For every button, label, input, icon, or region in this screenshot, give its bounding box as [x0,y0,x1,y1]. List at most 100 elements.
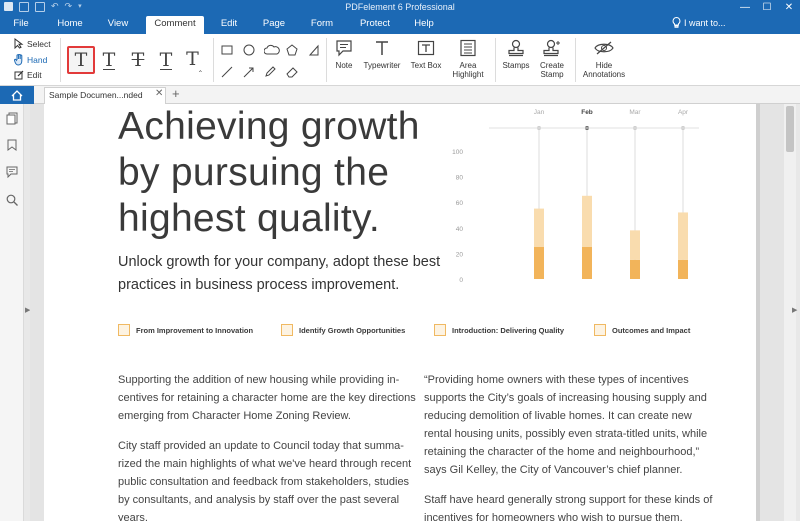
typewriter-button[interactable]: Typewriter [361,38,403,70]
line-tool[interactable] [221,66,233,78]
page-headline: Achieving growth by pursuing the highest… [118,104,448,242]
textbox-label: Text Box [410,61,442,70]
menu-edit[interactable]: Edit [212,16,246,34]
minimize-icon[interactable]: — [734,0,756,16]
triangle-icon [308,44,319,56]
menu-view[interactable]: View [98,16,138,34]
y-tick-label: 60 [456,200,464,207]
cloud-tool[interactable] [264,44,280,56]
menu-comment[interactable]: Comment [146,16,204,35]
hide-annotations-button[interactable]: Hide Annotations [580,38,628,79]
edit-icon [14,70,24,80]
x-tick-label: Feb [581,109,593,116]
arrow-icon [243,67,254,78]
eraser-tool[interactable] [286,66,298,78]
feature-icon [281,324,293,336]
pages-icon [6,112,18,124]
scrollbar-thumb[interactable] [786,106,794,152]
menu-bar: File Home View Comment Edit Page Form Pr… [0,16,800,35]
hand-label: Hand [27,55,48,65]
y-tick-label: 80 [456,175,464,182]
polygon-tool[interactable] [286,44,298,56]
ribbon-separator [495,38,496,82]
feature-icon [434,324,446,336]
underline-tool[interactable]: T [95,46,123,74]
maximize-icon[interactable]: ☐ [756,0,778,16]
feature-icon [594,324,606,336]
search-placeholder: I want to... [684,17,726,28]
text-markup-icon: T [74,49,88,71]
triangle-tool[interactable] [308,44,320,56]
area-highlight-label: Area [459,61,477,70]
headline-line-1: Achieving growth [118,105,420,148]
create-stamp-label-2: Stamp [540,70,564,79]
headline-line-2: by pursuing the [118,151,390,194]
new-tab-icon[interactable]: + [172,86,180,101]
select-mode-button[interactable]: Select [14,38,51,49]
oval-tool[interactable] [243,44,255,56]
thumbnails-button[interactable] [5,111,19,125]
search-box[interactable]: I want to... [672,17,726,28]
note-label: Note [335,61,353,70]
hand-mode-button[interactable]: Hand [14,54,47,66]
strikethrough-tool[interactable]: T [124,46,152,74]
y-tick-label: 100 [452,149,463,156]
select-cursor-icon [14,38,24,49]
bar-chart: 020406080100JanFebMarAprMay [452,109,699,284]
arrow-tool[interactable] [243,66,255,78]
right-column: “Providing home owners with these types … [424,371,720,521]
text-markup-tool[interactable]: T [67,46,95,74]
rectangle-icon [221,45,233,55]
ribbon-separator [60,38,61,82]
feature-item: Introduction: Delivering Quality [434,324,564,336]
note-button[interactable]: Note [330,38,358,70]
pdf-page: Achieving growth by pursuing the highest… [44,104,756,521]
area-highlight-icon [460,39,476,57]
home-icon [11,89,23,101]
page-shadow [756,104,760,521]
collapse-panel-arrow-icon[interactable]: ▶ [792,306,797,314]
search-icon [6,194,18,206]
menu-page[interactable]: Page [256,16,292,34]
window-controls: — ☐ ✕ [734,0,800,16]
title-bar: ↶ ↷ ▾ PDFelement 6 Professional — ☐ ✕ [0,0,800,16]
menu-form[interactable]: Form [304,16,340,34]
menu-protect[interactable]: Protect [352,16,398,34]
home-tab-button[interactable] [0,86,34,104]
x-tick-label: Mar [629,109,641,116]
feature-label: Identify Growth Opportunities [299,325,406,335]
paragraph: Supporting the addition of new housing w… [118,374,416,422]
stamps-button[interactable]: Stamps [500,38,532,70]
close-icon[interactable]: ✕ [778,0,800,16]
replace-text-tool[interactable]: T [152,46,180,74]
left-sidebar [0,104,24,521]
menu-home[interactable]: Home [50,16,90,34]
bar-segment [582,247,592,279]
pencil-tool[interactable] [264,66,276,78]
feature-item: Outcomes and Impact [594,324,690,336]
menu-file[interactable]: File [4,16,38,34]
bookmarks-button[interactable] [5,138,19,152]
ribbon-toolbar: Select Hand Edit T T T T T‸ Note Typewri… [0,34,800,86]
bar-segment [534,208,544,247]
area-highlight-button[interactable]: Area Highlight [450,38,486,79]
rectangle-tool[interactable] [221,44,233,56]
textbox-button[interactable]: Text Box [408,38,444,70]
feature-label: Introduction: Delivering Quality [452,325,565,335]
menu-help[interactable]: Help [406,16,442,34]
stamp-icon [508,39,524,57]
comments-button[interactable] [5,165,19,179]
search-button[interactable] [5,193,19,207]
y-tick-label: 20 [456,251,464,258]
typewriter-label: Typewriter [363,61,401,70]
page-subhead: Unlock growth for your company, adopt th… [118,254,441,293]
x-tick-label: Apr [678,109,689,116]
edit-mode-button[interactable]: Edit [14,70,42,80]
bar-segment [534,247,544,279]
tab-close-icon[interactable]: ✕ [155,88,163,99]
document-tab[interactable]: Sample Documen...nded [44,87,166,104]
create-stamp-button[interactable]: Create Stamp [535,38,569,79]
create-stamp-icon [543,39,560,57]
insert-text-tool[interactable]: T‸ [180,46,208,74]
lightbulb-icon [672,17,681,28]
